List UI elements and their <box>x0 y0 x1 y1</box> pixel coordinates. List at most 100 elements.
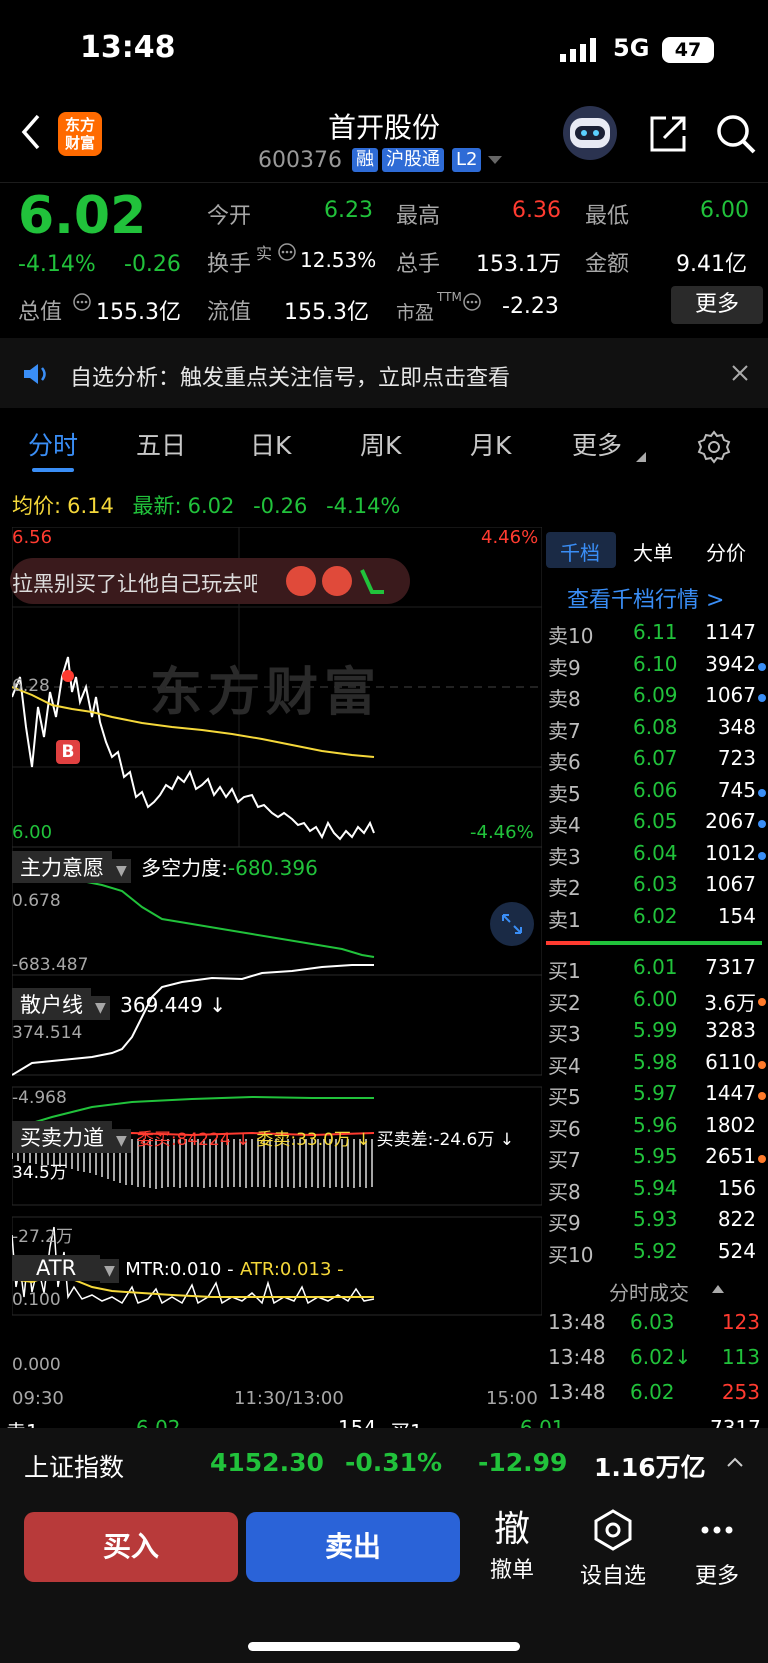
peek-sell-vol: 154 <box>338 1416 377 1428</box>
panel4-ytop: 0.100 <box>12 1290 61 1310</box>
buy-marker[interactable]: B <box>56 740 80 764</box>
more-label: 更多 <box>694 1564 739 1589</box>
orderbook-row[interactable]: 买5 5.97 1447 <box>548 1081 766 1112</box>
level-volume: 348 <box>717 714 756 739</box>
tab-big-orders[interactable]: 大单 <box>633 537 673 566</box>
prev-close-label: 6.28 <box>12 676 50 696</box>
tab-thousand-levels[interactable]: 千档 <box>560 537 600 566</box>
info-icon[interactable] <box>277 242 297 262</box>
trade-time: 13:48 <box>548 1380 606 1404</box>
order-flag-dot <box>758 820 766 828</box>
panel1-ybottom: -683.487 <box>12 955 89 975</box>
app-logo: 东方 财富 <box>58 112 102 156</box>
level-label: 买10 <box>548 1242 594 1267</box>
level-label: 买6 <box>548 1116 581 1141</box>
level-price: 5.97 <box>633 1081 678 1105</box>
turnover-label: 换手 <box>207 252 252 277</box>
orderbook-row[interactable]: 买2 6.00 3.6万 <box>548 987 766 1018</box>
level-price: 6.10 <box>633 651 678 676</box>
share-icon[interactable] <box>648 114 688 154</box>
stock-header: 首开股份 600376 融 沪股通 L2 <box>0 100 768 180</box>
orderbook-row[interactable]: 卖8 6.09 1067 <box>548 683 766 714</box>
orderbook-row[interactable]: 买10 5.92 524 <box>548 1239 766 1270</box>
trades-title[interactable]: 分时成交 <box>609 1277 689 1306</box>
panel3-header: 买卖力道 ▼ 委买:84224 ↓ 委卖:33.0万 ↓ 买卖差:-24.6万 ↓ <box>12 1121 514 1153</box>
orderbook-row[interactable]: 买9 5.93 822 <box>548 1207 766 1238</box>
dropdown-icon[interactable]: ▼ <box>91 996 110 1020</box>
more-actions-button[interactable]: 更多 <box>672 1508 762 1590</box>
panel2-value: 369.449 ↓ <box>120 993 226 1017</box>
dropdown-icon[interactable]: ▼ <box>112 1129 131 1153</box>
trade-volume: 123 <box>721 1310 760 1334</box>
orderbook-row[interactable]: 卖10 6.11 1147 <box>548 620 766 651</box>
level-label: 买7 <box>548 1148 581 1172</box>
sell-button[interactable]: 卖出 <box>246 1512 460 1582</box>
orderbook-row[interactable]: 买4 5.98 6110 <box>548 1050 766 1081</box>
level-volume: 1012 <box>705 840 756 865</box>
more-quote-button[interactable]: 更多 <box>671 286 763 324</box>
info-icon[interactable] <box>72 292 92 312</box>
intraday-info-line: 均价: 6.14 最新: 6.02 -0.26 -4.14% <box>12 490 400 520</box>
panel1-sub-label: 多空力度: <box>141 856 228 880</box>
notice-banner[interactable]: 自选分析：触发重点关注信号，立即点击查看 <box>0 338 768 408</box>
orderbook-row[interactable]: 卖4 6.05 2067 <box>548 809 766 840</box>
indicator-select-atr[interactable]: ATR <box>12 1255 101 1281</box>
dropdown-caret-icon[interactable] <box>488 156 502 166</box>
indicator-select-retail[interactable]: 散户线 <box>12 988 91 1020</box>
settings-icon[interactable] <box>697 430 731 464</box>
level-price: 6.00 <box>633 986 678 1011</box>
index-bar[interactable]: 上证指数 4152.30 -0.31% -12.99 1.16万亿 <box>0 1428 768 1500</box>
orderbook-row[interactable]: 卖9 6.10 3942 <box>548 652 766 683</box>
info-icon[interactable] <box>462 292 482 312</box>
tab-monthly-k[interactable]: 月K <box>470 426 511 462</box>
open-label: 今开 <box>207 204 252 229</box>
axis-bottom-price: 6.00 <box>12 822 53 843</box>
add-favorite-button[interactable]: 设自选 <box>568 1508 658 1590</box>
orderbook-row[interactable]: 买8 5.94 156 <box>548 1176 766 1207</box>
orderbook-row[interactable]: 卖7 6.08 348 <box>548 715 766 746</box>
orderbook-row[interactable]: 卖6 6.07 723 <box>548 746 766 777</box>
tab-price-dist[interactable]: 分价 <box>706 537 746 566</box>
close-icon[interactable] <box>731 364 749 382</box>
level-label: 买3 <box>548 1022 581 1046</box>
orderbook-row[interactable]: 买3 5.99 3283 <box>548 1018 766 1049</box>
tab-intraday[interactable]: 分时 <box>28 426 78 462</box>
orderbook-row[interactable]: 买7 5.95 2651 <box>548 1144 766 1175</box>
level-price: 5.99 <box>633 1018 678 1042</box>
index-percent: -0.31% <box>345 1448 443 1477</box>
search-icon[interactable] <box>714 112 758 156</box>
orderbook-row[interactable]: 卖2 6.03 1067 <box>548 872 766 903</box>
orderbook-row[interactable]: 卖1 6.02 154 <box>548 904 766 935</box>
change-value: -0.26 <box>124 252 181 277</box>
last-label: 最新: <box>132 494 182 518</box>
level-price: 5.96 <box>633 1112 678 1137</box>
order-flag-dot <box>758 1060 766 1069</box>
turnover-sup: 实 <box>256 244 273 263</box>
indicator-select-force[interactable]: 买卖力道 <box>12 1121 112 1153</box>
tab-weekly-k[interactable]: 周K <box>360 426 401 462</box>
retail-line <box>12 964 374 1076</box>
panel2-ybottom: -4.968 <box>12 1088 67 1108</box>
orderbook-row[interactable]: 买1 6.01 7317 <box>548 955 766 986</box>
view-levels-link[interactable]: 查看千档行情 > <box>567 582 724 614</box>
trade-price: 6.03 <box>630 1310 675 1334</box>
orderbook-row[interactable]: 卖3 6.04 1012 <box>548 841 766 872</box>
buy-button[interactable]: 买入 <box>24 1512 238 1582</box>
orderbook-row[interactable]: 卖5 6.06 745 <box>548 778 766 809</box>
dropdown-icon[interactable]: ▼ <box>100 1259 119 1283</box>
panel3-buy: 委买:84224 ↓ <box>136 1130 251 1150</box>
tab-more[interactable]: 更多 <box>572 426 622 462</box>
l2-tag: L2 <box>452 148 482 172</box>
speaker-icon <box>24 364 46 384</box>
robot-assistant-icon[interactable] <box>560 104 620 162</box>
tab-five-day[interactable]: 五日 <box>136 426 186 462</box>
cancel-order-button[interactable]: 撤 撤单 <box>467 1508 557 1584</box>
chevron-up-icon[interactable] <box>726 1456 744 1468</box>
tab-daily-k[interactable]: 日K <box>250 426 291 462</box>
open-value: 6.23 <box>324 198 373 223</box>
orderbook-row[interactable]: 买6 5.96 1802 <box>548 1113 766 1144</box>
last-percent: -4.14% <box>326 494 401 518</box>
level-price: 5.98 <box>633 1049 678 1074</box>
dropdown-icon[interactable]: ▼ <box>112 859 131 883</box>
indicator-select-main-force[interactable]: 主力意愿 <box>12 851 112 883</box>
